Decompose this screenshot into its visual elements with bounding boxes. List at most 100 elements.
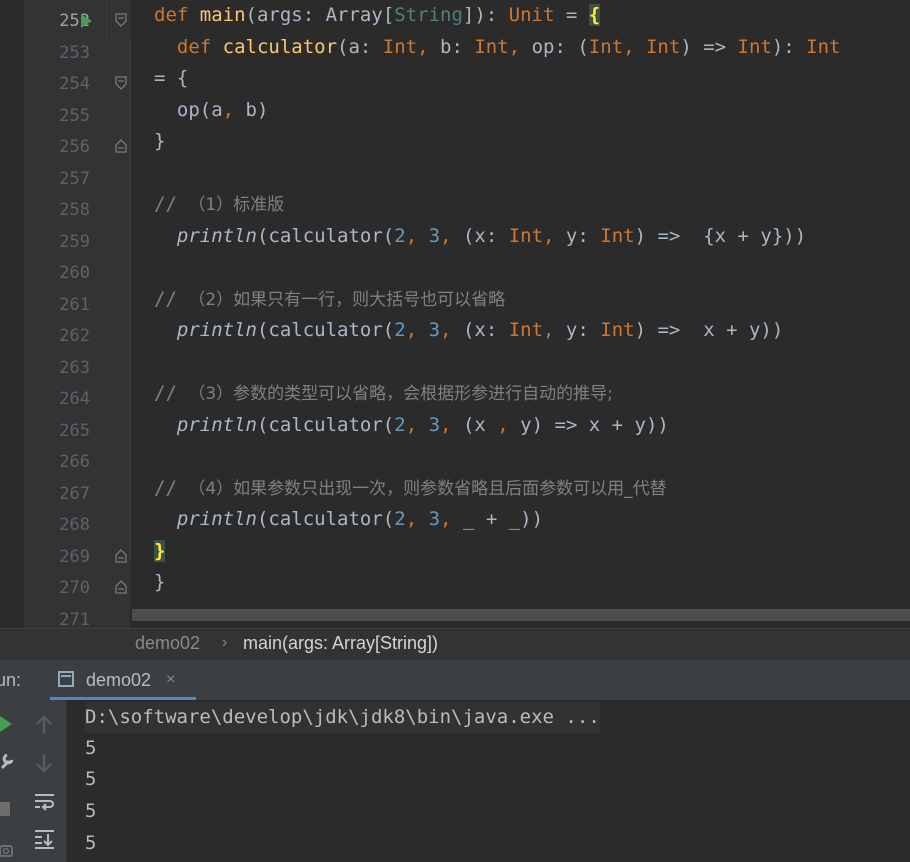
wrench-icon[interactable] <box>0 752 14 770</box>
gutter-line[interactable]: 259 <box>24 226 130 257</box>
code-line[interactable]: } <box>154 567 165 598</box>
arrow-up-icon[interactable] <box>34 714 54 736</box>
code-line[interactable]: println(calculator(2, 3, (x , y) => x + … <box>154 410 669 441</box>
code-token: , <box>543 224 566 247</box>
console-output-line: 5 <box>85 737 97 759</box>
gutter-line[interactable]: 266 <box>24 446 130 477</box>
fold-close-icon[interactable] <box>115 548 127 563</box>
camera-icon[interactable] <box>0 842 14 858</box>
gutter-line[interactable]: 255 <box>24 100 130 131</box>
run-toolbar-primary <box>0 700 22 862</box>
code-line[interactable]: def main(args: Array[String]): Unit = { <box>154 0 601 31</box>
fold-close-icon[interactable] <box>115 139 127 153</box>
run-console: D:\software\develop\jdk\jdk8\bin\java.ex… <box>0 700 910 862</box>
code-editor[interactable]: 252 253 254 255 256 257 258 259 260 261 262 263 264 2… <box>0 0 910 628</box>
code-token: = { <box>154 67 189 89</box>
arrow-down-icon[interactable] <box>34 752 54 774</box>
code-token: } <box>154 571 166 593</box>
rerun-icon[interactable] <box>0 716 14 732</box>
code-token: Int <box>474 35 509 58</box>
gutter-line[interactable]: 260 <box>24 257 130 288</box>
fold-open-icon[interactable] <box>115 13 127 27</box>
gutter-line[interactable]: 268 <box>24 509 130 540</box>
gutter-line[interactable]: 253 <box>24 37 130 68</box>
run-panel-header: un: demo02 × <box>0 660 910 700</box>
close-icon[interactable]: × <box>166 671 175 689</box>
gutter-line[interactable]: 265 <box>24 415 130 446</box>
code-token: def <box>154 35 223 58</box>
code-token: Int <box>600 319 635 341</box>
code-token: , <box>405 508 429 530</box>
code-token: def <box>154 4 200 26</box>
editor-gutter[interactable]: 252 253 254 255 256 257 258 259 260 261 262 263 264 2… <box>24 0 130 628</box>
soft-wrap-icon[interactable] <box>34 792 56 812</box>
gutter-line[interactable]: 252 <box>24 5 130 36</box>
breadcrumb-item-file[interactable]: demo02 <box>135 633 200 654</box>
indent-guide <box>130 40 131 560</box>
line-number: 265 <box>59 420 90 441</box>
gutter-line[interactable]: 263 <box>24 352 130 383</box>
code-token: y) => x + y)) <box>520 413 669 436</box>
code-token: (args: <box>245 4 326 26</box>
indent-guide <box>106 0 107 40</box>
code-line[interactable]: def calculator(a: Int, b: Int, op: (Int,… <box>154 32 841 63</box>
code-token: } <box>154 539 166 562</box>
code-token: 3 <box>428 508 441 530</box>
gutter-line[interactable]: 271 <box>24 604 130 629</box>
code-token: , <box>440 413 463 436</box>
code-line[interactable]: // （3）参数的类型可以省略，会根据形参进行自动的推导; <box>154 378 613 409</box>
fold-close-icon[interactable] <box>115 580 127 594</box>
code-line[interactable]: // （2）如果只有一行，则大括号也可以省略 <box>154 284 505 315</box>
code-line[interactable]: = { <box>154 63 188 94</box>
scroll-to-end-icon[interactable] <box>34 828 56 850</box>
code-token: （2）如果只有一行，则大括号也可以省略 <box>188 289 506 310</box>
code-line[interactable]: println(calculator(2, 3, (x: Int, y: Int… <box>154 221 806 252</box>
line-number: 266 <box>59 452 90 472</box>
code-line[interactable]: } <box>154 536 166 567</box>
code-line[interactable]: op(a, b) <box>154 95 269 126</box>
gutter-line[interactable]: 261 <box>24 289 130 320</box>
breadcrumb-item-method[interactable]: main(args: Array[String]) <box>243 633 438 654</box>
code-token: ) => <box>680 35 738 58</box>
code-line[interactable]: println(calculator(2, 3, _ + _)) <box>154 504 543 535</box>
code-token: Unit <box>508 4 555 26</box>
code-token: , <box>417 35 441 58</box>
gutter-line[interactable]: 267 <box>24 478 130 509</box>
gutter-line[interactable]: 269 <box>24 541 130 572</box>
code-token: Int <box>600 224 635 247</box>
line-number: 261 <box>59 294 90 315</box>
run-gutter-icon[interactable] <box>81 14 92 28</box>
code-area[interactable]: def main(args: Array[String]): Unit = { … <box>106 0 910 628</box>
console-tab-icon <box>58 671 74 687</box>
horizontal-scrollbar[interactable] <box>132 609 910 621</box>
code-line[interactable]: println(calculator(2, 3, (x: Int, y: Int… <box>154 315 783 346</box>
line-number: 253 <box>59 42 90 63</box>
code-token: (calculator( <box>256 319 395 341</box>
line-number: 264 <box>59 389 90 409</box>
gutter-line[interactable]: 258 <box>24 194 130 225</box>
gutter-line[interactable]: 262 <box>24 320 130 351</box>
fold-open-icon[interactable] <box>115 76 127 90</box>
line-number: 262 <box>59 326 90 346</box>
code-token: } <box>154 130 166 152</box>
code-token: op: ( <box>531 35 589 58</box>
gutter-line[interactable]: 254 <box>24 68 130 99</box>
run-tab-demo02[interactable]: demo02 × <box>50 660 196 700</box>
code-token: ) => x + y)) <box>634 319 784 341</box>
code-token: [ <box>382 4 395 26</box>
code-line[interactable]: // （4）如果参数只出现一次，则参数省略且后面参数可以用_代替 <box>154 473 667 504</box>
gutter-line[interactable]: 264 <box>24 383 130 414</box>
line-number: 270 <box>59 578 90 598</box>
code-token: b) <box>245 98 269 121</box>
code-line[interactable]: } <box>154 126 165 157</box>
code-token: Int <box>382 35 418 58</box>
line-number: 258 <box>59 200 90 220</box>
gutter-line[interactable]: 256 <box>24 131 130 162</box>
gutter-line[interactable]: 257 <box>24 163 130 194</box>
code-token: Int <box>737 35 772 58</box>
gutter-line[interactable]: 270 <box>24 572 130 603</box>
stop-icon[interactable] <box>0 802 12 816</box>
code-line[interactable]: // （1）标准版 <box>154 189 284 220</box>
